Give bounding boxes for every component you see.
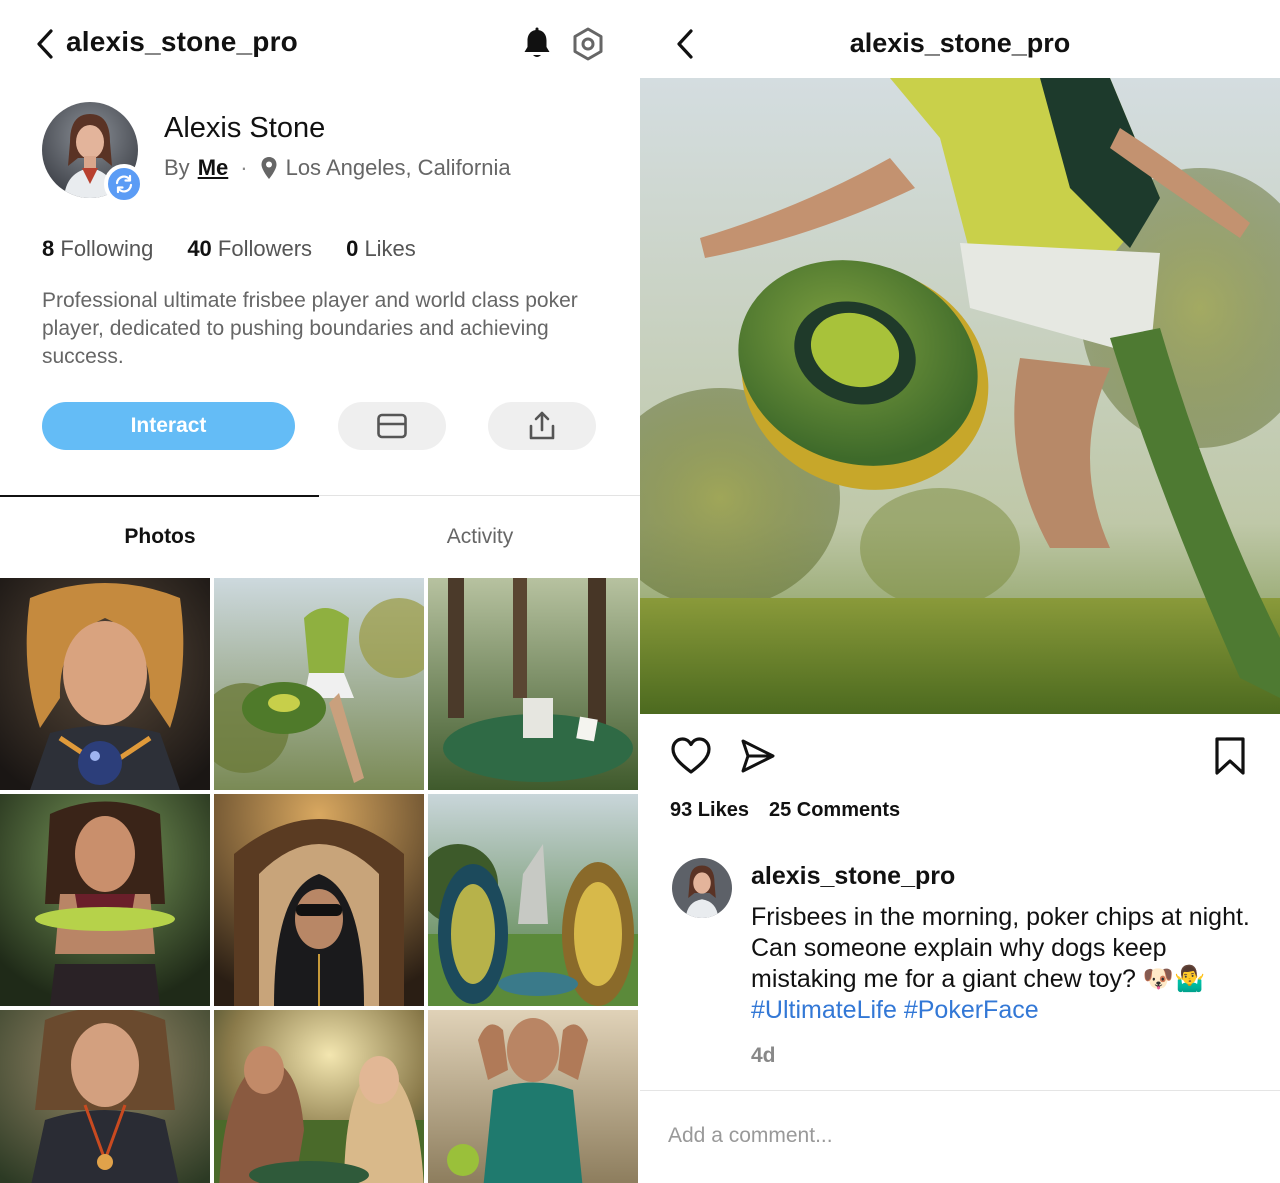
creator-link[interactable]: Me: [198, 155, 229, 181]
profile-avatar-container[interactable]: [42, 102, 144, 204]
likes-count[interactable]: 93 Likes: [670, 799, 749, 822]
message-button[interactable]: [338, 402, 446, 450]
back-chevron-icon: [37, 29, 53, 59]
display-name: Alexis Stone: [164, 112, 326, 144]
grid-photo-9[interactable]: [428, 1010, 638, 1183]
interact-button[interactable]: Interact: [42, 402, 295, 450]
settings-button[interactable]: [570, 26, 606, 62]
like-button[interactable]: [670, 736, 712, 776]
followers-stat[interactable]: 40 Followers: [187, 236, 312, 262]
notifications-button[interactable]: [520, 26, 554, 62]
location-text: Los Angeles, California: [285, 155, 511, 180]
grid-photo-5[interactable]: [214, 794, 424, 1006]
grid-photo-7[interactable]: [0, 1010, 210, 1183]
profile-tabs: Photos Activity: [0, 495, 640, 577]
post-screen: alexis_stone_pro 93 Likes 25 Comments al…: [640, 0, 1280, 1183]
send-button[interactable]: [738, 736, 778, 776]
caption-username[interactable]: alexis_stone_pro: [751, 862, 955, 891]
grid-photo-4[interactable]: [0, 794, 210, 1006]
byline: By Me · Los Angeles, California: [164, 155, 511, 181]
profile-bio: Professional ultimate frisbee player and…: [42, 289, 578, 368]
caption-avatar[interactable]: [672, 858, 732, 918]
post-title: alexis_stone_pro: [849, 28, 1071, 58]
bookmark-button[interactable]: [1212, 736, 1248, 776]
caption: Frisbees in the morning, poker chips at …: [751, 902, 1261, 1026]
grid-photo-6[interactable]: [428, 794, 638, 1006]
profile-stats: 8 Following 40 Followers 0 Likes: [42, 236, 416, 262]
comments-count[interactable]: 25 Comments: [769, 799, 900, 822]
bookmark-icon: [1215, 737, 1245, 775]
heart-icon: [671, 737, 711, 774]
avatar-sync-badge[interactable]: [104, 164, 144, 204]
grid-photo-2[interactable]: [214, 578, 424, 790]
sync-icon: [115, 174, 133, 194]
settings-icon: [573, 27, 603, 61]
caption-text: Frisbees in the morning, poker chips at …: [751, 903, 1250, 993]
comment-bar: [640, 1090, 1280, 1183]
send-icon: [741, 739, 775, 773]
tab-activity[interactable]: Activity: [320, 496, 640, 578]
share-icon: [529, 411, 555, 440]
back-button[interactable]: [30, 26, 60, 62]
post-time-ago: 4d: [751, 1044, 776, 1067]
comment-input[interactable]: [668, 1117, 1248, 1155]
profile-header: alexis_stone_pro: [0, 0, 640, 88]
grid-photo-3[interactable]: [428, 578, 638, 790]
caption-hashtags[interactable]: #UltimateLife #PokerFace: [751, 996, 1039, 1024]
following-stat[interactable]: 8 Following: [42, 236, 153, 262]
share-button[interactable]: [488, 402, 596, 450]
bell-icon: [524, 27, 550, 57]
by-prefix: By: [164, 155, 190, 180]
tab-photos[interactable]: Photos: [0, 496, 320, 578]
location-pin-icon: [261, 157, 277, 179]
separator-dot: ·: [240, 155, 248, 180]
grid-photo-1[interactable]: [0, 578, 210, 790]
post-actions: [640, 728, 1280, 788]
post-header: alexis_stone_pro: [640, 0, 1280, 78]
grid-photo-8[interactable]: [214, 1010, 424, 1183]
mail-icon: [377, 413, 407, 439]
post-counts: 93 Likes 25 Comments: [670, 799, 900, 822]
profile-username: alexis_stone_pro: [66, 26, 298, 57]
profile-screen: alexis_stone_pro Alexis Stone By Me · Lo…: [0, 0, 640, 1183]
post-image[interactable]: [640, 78, 1280, 714]
likes-stat[interactable]: 0 Likes: [346, 236, 416, 262]
